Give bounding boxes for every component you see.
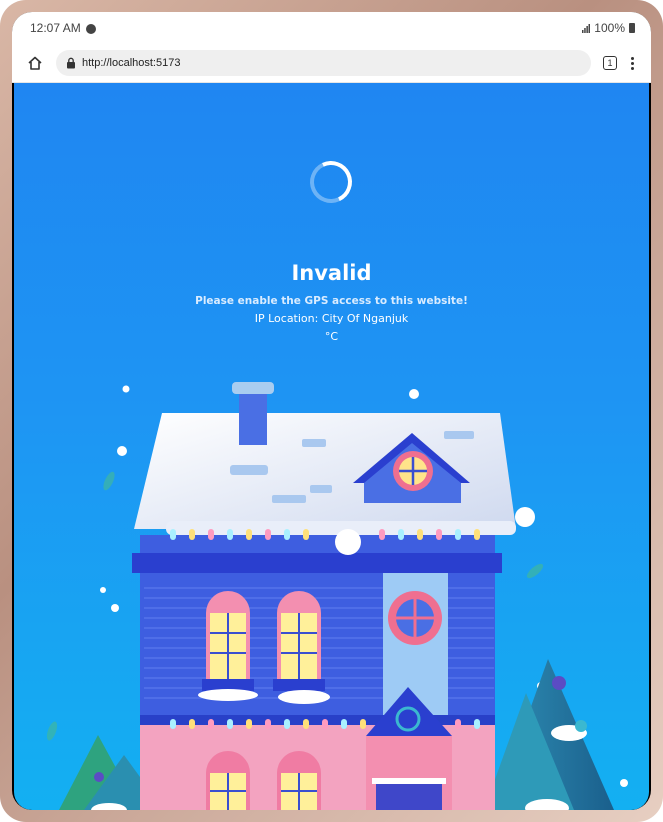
signal-icon — [582, 23, 591, 33]
temperature-text: °C — [324, 330, 339, 343]
status-title: Invalid — [291, 261, 372, 285]
menu-dot-icon — [631, 56, 634, 60]
tab-switcher-button[interactable]: 1 — [603, 56, 617, 70]
menu-dot-icon — [631, 66, 634, 70]
home-icon — [28, 56, 42, 70]
url-text: http://localhost:5173 — [82, 57, 181, 69]
menu-dot-icon — [631, 61, 634, 65]
lock-icon — [67, 57, 75, 69]
status-bar: 12:07 AM 100% — [12, 12, 651, 44]
overflow-menu-button[interactable] — [631, 56, 635, 70]
page-content: Invalid Please enable the GPS access to … — [14, 83, 649, 810]
music-notification-icon — [85, 24, 96, 34]
battery-icon — [629, 23, 635, 33]
battery-percent: 100% — [594, 21, 625, 35]
ip-location-text: IP Location: City Of Nganjuk — [254, 312, 409, 325]
browser-toolbar: http://localhost:5173 1 — [12, 44, 651, 83]
status-indicators: 100% — [582, 21, 635, 35]
home-button[interactable] — [22, 50, 48, 76]
phone-screen: 12:07 AM 100% http://localhost:5173 1 In… — [12, 12, 651, 810]
gps-warning-message: Please enable the GPS access to this web… — [195, 295, 468, 307]
status-time: 12:07 AM — [30, 21, 81, 35]
address-bar[interactable]: http://localhost:5173 — [56, 50, 591, 76]
device-frame: 12:07 AM 100% http://localhost:5173 1 In… — [0, 0, 663, 822]
